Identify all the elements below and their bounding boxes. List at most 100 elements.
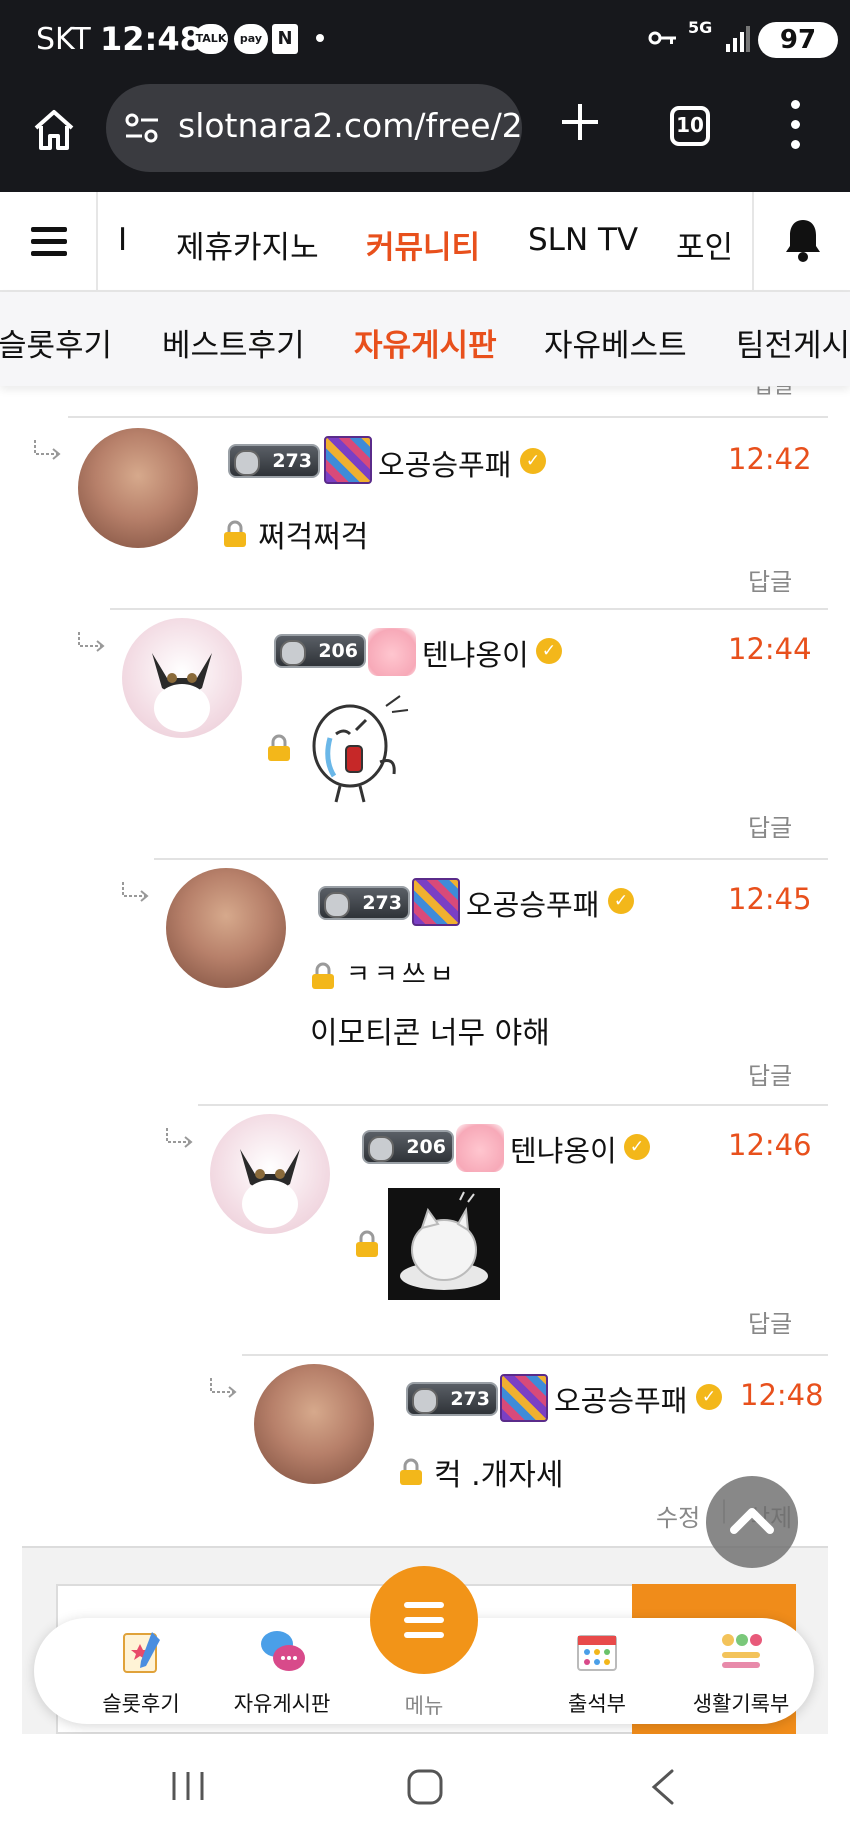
level-badge: 206 (274, 634, 366, 668)
gem-deco-icon (324, 436, 372, 484)
comment-divider (198, 1104, 828, 1106)
avatar[interactable] (122, 618, 242, 738)
nav-item-partial[interactable]: I (118, 222, 127, 258)
cat-avatar-icon (152, 653, 212, 732)
scroll-to-top-button[interactable] (706, 1476, 798, 1568)
reply-arrow-icon (34, 440, 61, 460)
bell-icon (786, 220, 820, 262)
comment-item: 273 오공승푸패 ✓ 12:42 쩌걱쩌걱 답글 (0, 416, 850, 612)
nav-item-sln-tv[interactable]: SLN TV (528, 222, 638, 258)
gem-deco-icon (500, 1374, 548, 1422)
comment-divider (242, 1354, 828, 1356)
nav-item-partner-casino[interactable]: 제휴카지노 (176, 222, 319, 267)
comment-time: 12:44 (728, 632, 812, 666)
pay-notification-icon: pay (234, 24, 268, 54)
battery-level: 97 (758, 22, 838, 58)
dock-menu-button[interactable] (370, 1566, 478, 1674)
more-notifications-dot (316, 34, 324, 42)
system-navigation-bar (0, 1734, 850, 1842)
kakaotalk-notification-icon: TALK (194, 24, 228, 54)
comment-text: 이모티콘 너무 야해 (310, 1016, 550, 1051)
level-badge: 273 (318, 886, 410, 920)
hamburger-menu-icon[interactable] (0, 192, 98, 290)
comment-divider (68, 416, 828, 418)
dock-label: 슬롯후기 (102, 1692, 180, 1716)
reply-link[interactable]: 답글 (748, 1056, 792, 1091)
signal-icon (726, 26, 750, 52)
comment-nickname[interactable]: 오공승푸패 (378, 442, 511, 484)
reply-link[interactable]: 답글 (754, 386, 794, 400)
comment-nickname[interactable]: 오공승푸패 (466, 882, 599, 924)
gem-deco-icon (412, 878, 460, 926)
dock-label: 생활기록부 (692, 1692, 790, 1716)
back-icon[interactable] (648, 1768, 678, 1806)
avatar[interactable] (210, 1114, 330, 1234)
comment-nickname[interactable]: 텐냐옹이 (510, 1128, 617, 1170)
reply-arrow-icon (166, 1128, 193, 1148)
comment-time: 12:45 (728, 882, 812, 916)
board-sub-nav: 슬롯후기 베스트후기 자유게시판 자유베스트 팀전게시판 (0, 292, 850, 386)
level-badge: 273 (406, 1382, 498, 1416)
comment-divider (110, 608, 828, 610)
cat-avatar-icon (240, 1149, 300, 1228)
status-bar: SKT 12:48 TALK pay N 5G 97 (0, 0, 850, 80)
dock-free-board[interactable]: 자유게시판 (217, 1618, 347, 1724)
comment-text: 컥 .개자세 (434, 1458, 564, 1493)
dock-life-record[interactable]: 생활기록부 (676, 1618, 806, 1724)
home-nav-icon[interactable] (406, 1768, 444, 1806)
level-badge: 273 (228, 444, 320, 478)
reply-link[interactable]: 답글 (748, 562, 792, 597)
comment-text: 쩌걱쩌걱 (258, 520, 369, 555)
lock-icon (312, 962, 334, 989)
chevron-up-icon (730, 1508, 774, 1534)
reply-link[interactable]: 답글 (748, 1304, 792, 1339)
lock-icon (268, 734, 290, 761)
comment-time: 12:48 (740, 1378, 824, 1412)
comment-nickname[interactable]: 텐냐옹이 (422, 632, 529, 674)
lock-icon (400, 1458, 422, 1485)
clock: 12:48 (100, 20, 202, 58)
nav-item-point[interactable]: 포인 (676, 222, 733, 267)
dock-menu-label: 메뉴 (404, 1694, 444, 1718)
pink-cat-deco-icon (368, 628, 416, 676)
avatar[interactable] (254, 1364, 374, 1484)
browser-toolbar: slotnara2.com/free/2 10 (0, 80, 850, 192)
home-icon[interactable] (30, 106, 78, 154)
url-text: slotnara2.com/free/2 (178, 106, 522, 145)
notifications-button[interactable] (752, 192, 850, 290)
comment-text: ㅋㅋ쓰ㅂ (346, 960, 458, 990)
nav-item-community[interactable]: 커뮤니티 (366, 222, 480, 267)
comment-divider (154, 858, 828, 860)
reply-arrow-icon (78, 632, 105, 652)
avatar[interactable] (166, 868, 286, 988)
white-cat-sticker (388, 1188, 500, 1300)
avatar[interactable] (78, 428, 198, 548)
emoji-record-icon (722, 1634, 762, 1668)
sub-nav-slot-review[interactable]: 슬롯후기 (0, 320, 112, 365)
vpn-key-icon (648, 31, 676, 45)
dock-label: 출석부 (568, 1692, 626, 1716)
recent-apps-icon[interactable] (170, 1768, 206, 1804)
new-tab-icon[interactable] (556, 98, 604, 146)
lock-icon (356, 1230, 378, 1257)
verified-badge-icon: ✓ (608, 888, 634, 914)
sub-nav-best-review[interactable]: 베스트후기 (162, 320, 305, 365)
reply-link[interactable]: 답글 (748, 808, 792, 843)
network-type: 5G (688, 18, 713, 37)
sub-nav-free-best[interactable]: 자유베스트 (544, 320, 687, 365)
main-nav-track: I 제휴카지노 커뮤니티 SLN TV 포인 (98, 192, 752, 290)
memo-icon (123, 1632, 160, 1673)
sub-nav-free-board[interactable]: 자유게시판 (354, 320, 497, 365)
more-options-icon[interactable] (784, 100, 808, 150)
crying-character-sticker (312, 695, 409, 803)
address-bar[interactable]: slotnara2.com/free/2 (106, 84, 522, 172)
sub-nav-team-board[interactable]: 팀전게시판 (736, 320, 850, 365)
dock-attendance[interactable]: 출석부 (532, 1618, 662, 1724)
tab-switcher-button[interactable]: 10 (670, 106, 710, 146)
dock-slot-review[interactable]: 슬롯후기 (76, 1618, 206, 1724)
level-badge: 206 (362, 1130, 454, 1164)
edit-link[interactable]: 수정 (656, 1498, 700, 1533)
comment-nickname[interactable]: 오공승푸패 (554, 1378, 687, 1420)
site-main-nav: I 제휴카지노 커뮤니티 SLN TV 포인 (0, 192, 850, 292)
site-settings-icon[interactable] (124, 110, 160, 146)
